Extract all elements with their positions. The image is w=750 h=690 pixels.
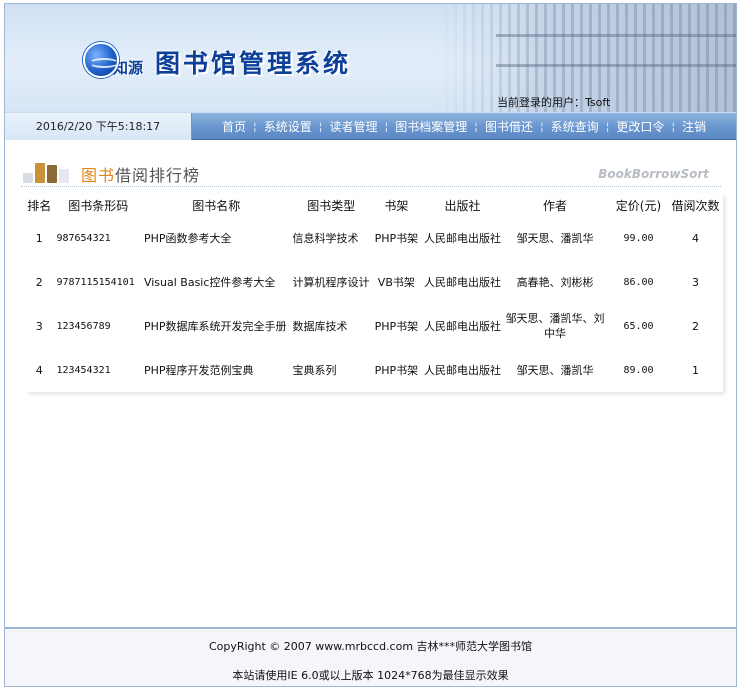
cell-shelf: VB书架 bbox=[377, 275, 415, 289]
nav-separator: ¦ bbox=[474, 120, 478, 133]
cell-author: 邹天思、潘凯华 bbox=[516, 363, 594, 377]
current-user-info: 当前登录的用户：Tsoft bbox=[497, 94, 610, 110]
nav-item-home[interactable]: 首页 bbox=[220, 118, 248, 135]
cell-rank: 3 bbox=[35, 319, 43, 333]
cell-borrow-count: 4 bbox=[692, 231, 699, 245]
nav-separator: ¦ bbox=[605, 120, 610, 133]
cell-book-type: 计算机程序设计 bbox=[292, 275, 370, 289]
table-row: 2 9787115154101 Visual Basic控件参考大全 计算机程序… bbox=[26, 260, 722, 304]
cell-publisher: 人民邮电出版社 bbox=[423, 231, 501, 245]
cell-borrow-count: 3 bbox=[692, 275, 699, 289]
cell-shelf: PHP书架 bbox=[374, 231, 419, 245]
cell-barcode: 987654321 bbox=[56, 232, 111, 244]
cell-book-type: 宝典系列 bbox=[292, 363, 337, 377]
nav-item-book-archive[interactable]: 图书档案管理 bbox=[393, 118, 469, 135]
section-title: 图书借阅排行榜 bbox=[81, 162, 200, 186]
col-header-rank: 排名 bbox=[27, 198, 52, 213]
nav-bar: 2016/2/20 下午5:18:17 首页 ¦ 系统设置 ¦ 读者管理 ¦ 图… bbox=[5, 112, 736, 140]
nav-item-system-settings[interactable]: 系统设置 bbox=[262, 118, 314, 135]
book-spine bbox=[47, 165, 57, 183]
col-header-publisher: 出版社 bbox=[444, 198, 481, 213]
system-title: 图书馆管理系统 bbox=[155, 49, 352, 78]
section-title-rest: 借阅排行榜 bbox=[115, 166, 201, 185]
cell-book-name: PHP数据库系统开发完全手册 bbox=[143, 319, 287, 333]
col-header-author: 作者 bbox=[543, 198, 568, 213]
cell-rank: 4 bbox=[35, 363, 43, 377]
col-header-shelf: 书架 bbox=[384, 198, 409, 213]
cell-author: 高春艳、刘彬彬 bbox=[516, 275, 594, 289]
nav-menu: 首页 ¦ 系统设置 ¦ 读者管理 ¦ 图书档案管理 ¦ 图书借还 ¦ 系统查询 … bbox=[220, 113, 708, 140]
globe-logo-icon bbox=[83, 42, 119, 78]
cell-book-name: PHP函数参考大全 bbox=[143, 231, 232, 245]
current-datetime: 2016/2/20 下午5:18:17 bbox=[5, 113, 192, 140]
page-frame: 知源 图书馆管理系统 当前登录的用户：Tsoft 2016/2/20 下午5:1… bbox=[4, 3, 737, 687]
section-title-accent: 图书 bbox=[81, 166, 116, 185]
nav-item-borrow-return[interactable]: 图书借还 bbox=[483, 118, 535, 135]
footer-copyright: CopyRight © 2007 www.mrbccd.com 吉林***师范大… bbox=[208, 640, 533, 653]
nav-separator: ¦ bbox=[539, 120, 544, 133]
cell-book-name: PHP程序开发范例宝典 bbox=[143, 363, 254, 377]
nav-separator: ¦ bbox=[253, 120, 257, 133]
cell-publisher: 人民邮电出版社 bbox=[423, 319, 501, 333]
col-header-barcode: 图书条形码 bbox=[68, 198, 129, 213]
nav-separator: ¦ bbox=[671, 120, 676, 133]
cell-borrow-count: 1 bbox=[692, 363, 699, 377]
ranking-table-panel: 排名 图书条形码 图书名称 图书类型 书架 出版社 作者 定价(元) 借阅次数 … bbox=[27, 194, 723, 392]
col-header-borrow-count: 借阅次数 bbox=[671, 198, 720, 213]
table-row: 1 987654321 PHP函数参考大全 信息科学技术 PHP书架 人民邮电出… bbox=[26, 216, 722, 260]
cell-publisher: 人民邮电出版社 bbox=[423, 363, 501, 377]
table-row: 4 123454321 PHP程序开发范例宝典 宝典系列 PHP书架 人民邮电出… bbox=[26, 348, 722, 392]
table-row: 3 123456789 PHP数据库系统开发完全手册 数据库技术 PHP书架 人… bbox=[26, 304, 722, 348]
nav-separator: ¦ bbox=[384, 120, 389, 133]
book-spine bbox=[35, 163, 45, 183]
nav-item-reader-management[interactable]: 读者管理 bbox=[327, 118, 379, 135]
footer-browser-note: 本站请使用IE 6.0或以上版本 1024*768为最佳显示效果 bbox=[232, 669, 509, 682]
cell-barcode: 123456789 bbox=[56, 320, 111, 332]
cell-barcode: 123454321 bbox=[56, 364, 111, 376]
book-spine bbox=[59, 169, 69, 183]
cell-author: 邹天思、潘凯华、刘中华 bbox=[505, 312, 605, 340]
cell-book-type: 信息科学技术 bbox=[292, 231, 359, 245]
col-header-book-type: 图书类型 bbox=[307, 198, 356, 213]
shelf-line bbox=[496, 64, 736, 67]
header-banner: 知源 图书馆管理系统 当前登录的用户：Tsoft bbox=[5, 4, 736, 112]
cell-book-name: Visual Basic控件参考大全 bbox=[143, 275, 276, 289]
table-header-row: 排名 图书条形码 图书名称 图书类型 书架 出版社 作者 定价(元) 借阅次数 bbox=[26, 194, 722, 216]
cell-barcode: 9787115154101 bbox=[56, 276, 135, 288]
cell-rank: 1 bbox=[35, 231, 43, 245]
col-header-book-name: 图书名称 bbox=[192, 198, 241, 213]
logo: 知源 图书馆管理系统 bbox=[83, 40, 351, 80]
footer: CopyRight © 2007 www.mrbccd.com 吉林***师范大… bbox=[5, 627, 736, 686]
cell-author: 邹天思、潘凯华 bbox=[516, 231, 594, 245]
current-user-name: Tsoft bbox=[585, 96, 611, 109]
cell-price: 86.00 bbox=[623, 276, 654, 288]
col-header-price: 定价(元) bbox=[615, 198, 662, 213]
cell-price: 65.00 bbox=[623, 320, 654, 332]
nav-item-logout[interactable]: 注销 bbox=[680, 118, 708, 135]
shelf-line bbox=[496, 34, 736, 37]
nav-item-system-query[interactable]: 系统查询 bbox=[549, 118, 601, 135]
book-spine bbox=[23, 173, 33, 183]
cell-shelf: PHP书架 bbox=[374, 363, 419, 377]
section-title-english: BookBorrowSort bbox=[598, 167, 709, 181]
cell-borrow-count: 2 bbox=[692, 319, 699, 333]
cell-shelf: PHP书架 bbox=[374, 319, 419, 333]
cell-publisher: 人民邮电出版社 bbox=[423, 275, 501, 289]
books-icon bbox=[23, 161, 73, 183]
cell-price: 89.00 bbox=[623, 364, 654, 376]
cell-price: 99.00 bbox=[623, 232, 654, 244]
section-header: 图书借阅排行榜 BookBorrowSort bbox=[21, 157, 721, 187]
cell-rank: 2 bbox=[35, 275, 43, 289]
cell-book-type: 数据库技术 bbox=[292, 319, 348, 333]
nav-item-change-password[interactable]: 更改口令 bbox=[614, 118, 666, 135]
nav-separator: ¦ bbox=[318, 120, 323, 133]
borrow-ranking-table: 排名 图书条形码 图书名称 图书类型 书架 出版社 作者 定价(元) 借阅次数 … bbox=[26, 194, 722, 392]
current-user-label: 当前登录的用户： bbox=[497, 96, 585, 109]
